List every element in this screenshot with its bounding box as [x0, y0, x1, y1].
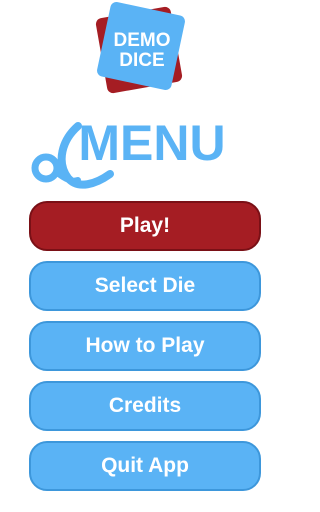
credits-button-label: Credits: [108, 394, 182, 417]
select-die-button-label: Select Die: [94, 274, 196, 297]
demo-dice-logo: DEMO DICE: [92, 2, 196, 106]
logo-text-line2: DICE: [119, 50, 164, 71]
quit-app-button[interactable]: Quit App: [29, 441, 261, 491]
menu-button-list: Play! Select Die How to Play Credits Qui…: [29, 201, 261, 501]
play-button-label: Play!: [119, 214, 171, 237]
menu-title-text: MENU: [78, 118, 225, 171]
logo-text-line1: DEMO: [114, 30, 171, 51]
how-to-play-button[interactable]: How to Play: [29, 321, 261, 371]
quit-app-button-label: Quit App: [101, 454, 189, 477]
credits-button[interactable]: Credits: [29, 381, 261, 431]
how-to-play-button-label: How to Play: [85, 334, 205, 357]
menu-title: MENU: [26, 118, 236, 194]
play-button[interactable]: Play!: [29, 201, 261, 251]
select-die-button[interactable]: Select Die: [29, 261, 261, 311]
menu-swirl-circle: [31, 153, 61, 183]
